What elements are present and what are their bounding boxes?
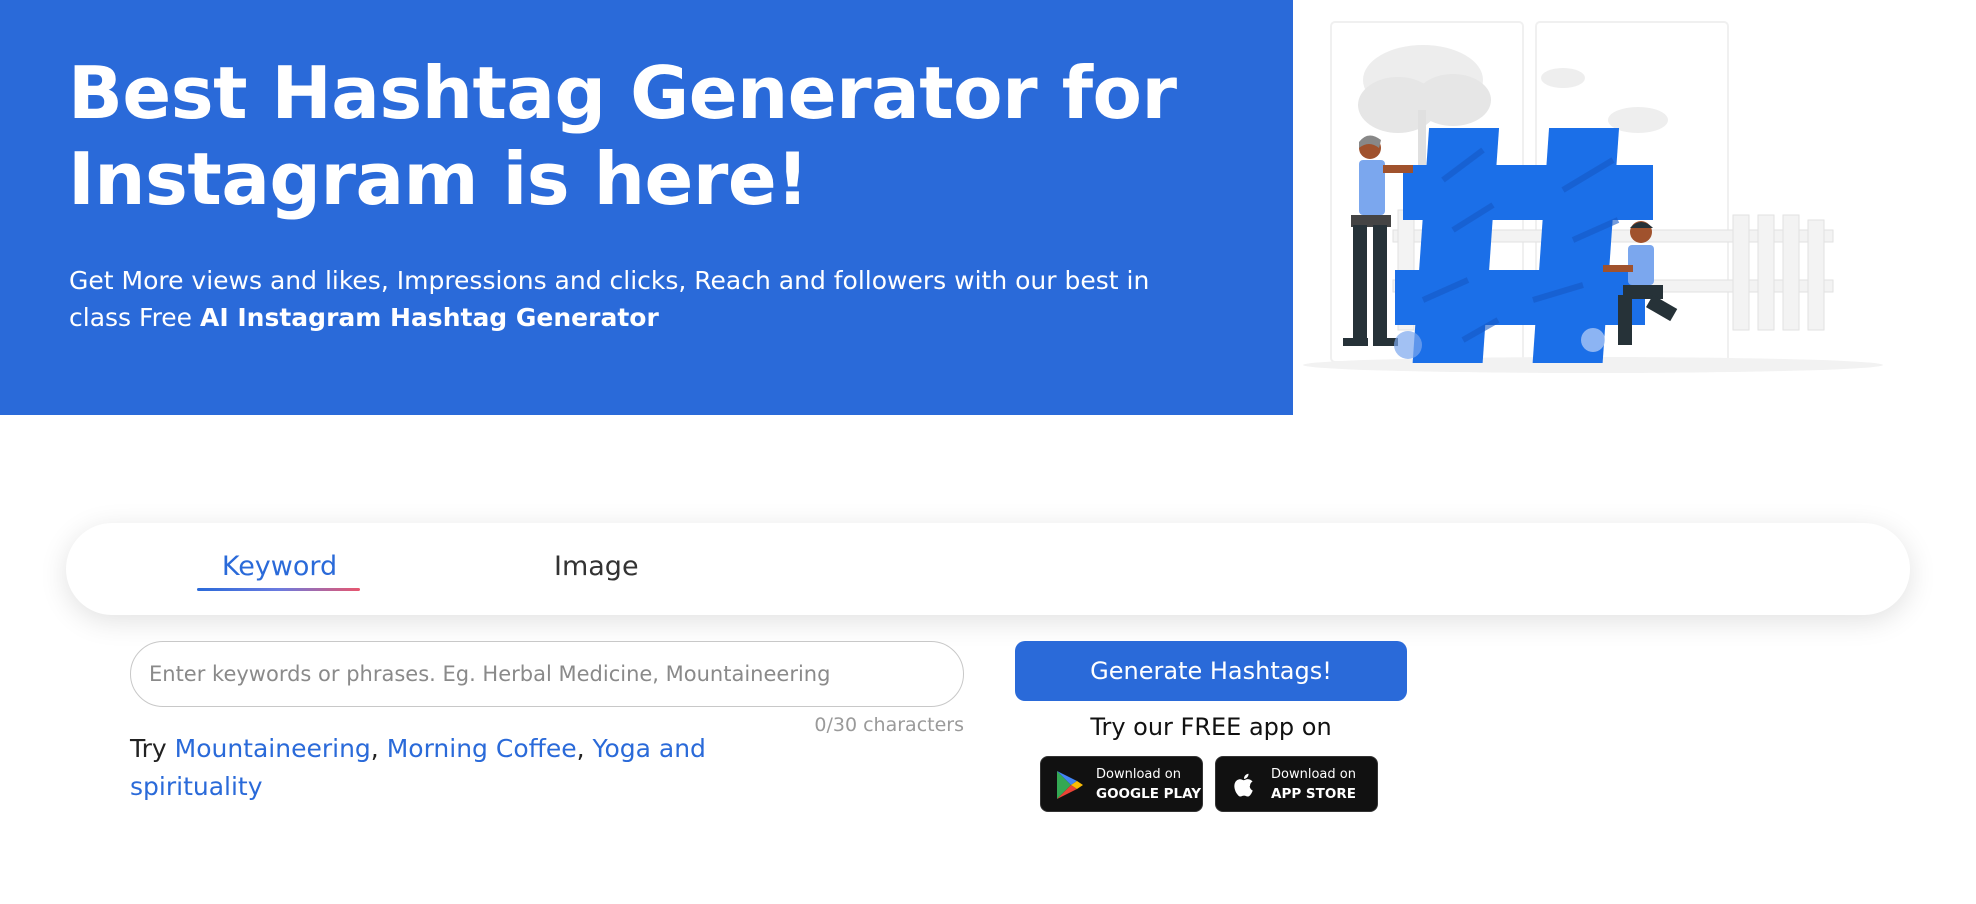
generate-hashtags-button[interactable]: Generate Hashtags! xyxy=(1015,641,1407,701)
active-tab-indicator xyxy=(197,588,360,591)
keyword-input[interactable] xyxy=(130,641,964,707)
suggestion-separator: , xyxy=(370,734,379,763)
badge-store-name: GOOGLE PLAY xyxy=(1096,786,1202,802)
badge-caption: Download on xyxy=(1096,767,1181,782)
hero-banner: Best Hashtag Generator for Instagram is … xyxy=(0,0,1293,415)
character-counter: 0/30 characters xyxy=(814,714,964,736)
hashtag-illustration xyxy=(1293,0,1976,415)
hero-title: Best Hashtag Generator for Instagram is … xyxy=(68,51,1177,221)
suggestions-prefix: Try xyxy=(130,734,167,763)
badge-store-name: APP STORE xyxy=(1271,786,1356,802)
suggestion-separator: , xyxy=(576,734,585,763)
app-promo-text: Try our FREE app on xyxy=(1090,713,1332,741)
suggestion-link[interactable]: Mountaineering xyxy=(175,734,371,763)
tab-image[interactable]: Image xyxy=(554,550,639,584)
app-store-badge[interactable]: Download on APP STORE xyxy=(1215,756,1378,812)
keyword-suggestions: Try Mountaineering, Morning Coffee, Yoga… xyxy=(130,730,740,806)
tab-keyword[interactable]: Keyword xyxy=(198,550,361,584)
hero-subtitle-highlight: AI Instagram Hashtag Generator xyxy=(200,303,659,332)
hero-subtitle: Get More views and likes, Impressions an… xyxy=(69,262,1189,336)
google-play-icon xyxy=(1057,771,1083,799)
google-play-badge[interactable]: Download on GOOGLE PLAY xyxy=(1040,756,1203,812)
mode-tabs: Keyword Image xyxy=(66,523,1910,615)
badge-caption: Download on xyxy=(1271,767,1356,782)
suggestion-link[interactable]: Morning Coffee xyxy=(387,734,577,763)
apple-icon xyxy=(1234,773,1253,797)
